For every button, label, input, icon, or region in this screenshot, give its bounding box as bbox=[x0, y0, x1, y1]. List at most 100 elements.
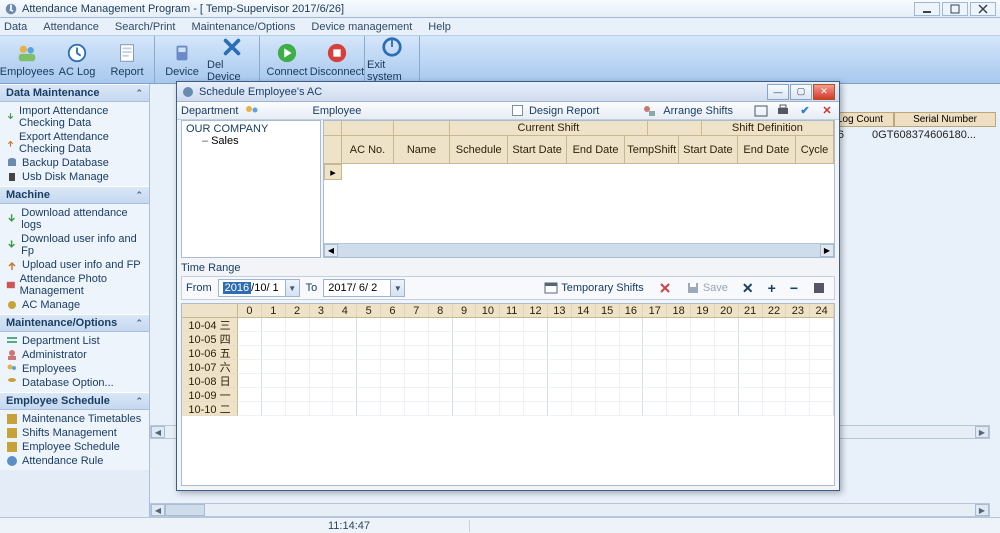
sidebar-shifts-mgmt[interactable]: Shifts Management bbox=[0, 426, 149, 440]
panel-employee-schedule[interactable]: Employee Schedule⌃ bbox=[0, 392, 149, 410]
clear-shift-button[interactable] bbox=[654, 281, 676, 295]
gear-icon bbox=[6, 299, 18, 311]
panel-maintenance[interactable]: Maintenance/Options⌃ bbox=[0, 314, 149, 332]
timeline-row[interactable]: 10-08 日 bbox=[182, 374, 834, 388]
toolbar-report[interactable]: Report bbox=[102, 36, 152, 83]
timeline-tick: 15 bbox=[596, 304, 620, 317]
timeline-row[interactable]: 10-05 四 bbox=[182, 332, 834, 346]
dialog-minimize-button[interactable]: — bbox=[767, 84, 789, 100]
timeline-row[interactable]: 10-07 六 bbox=[182, 360, 834, 374]
tree-root[interactable]: OUR COMPANY bbox=[184, 123, 318, 135]
shifts-icon bbox=[6, 427, 18, 439]
department-tree[interactable]: OUR COMPANY – Sales bbox=[181, 120, 321, 258]
tree-child-sales[interactable]: – Sales bbox=[184, 135, 318, 147]
timeline-row[interactable]: 10-04 三 bbox=[182, 318, 834, 332]
sidebar-download-logs[interactable]: Download attendance logs bbox=[0, 206, 149, 232]
sidebar-usb-manage[interactable]: Usb Disk Manage bbox=[0, 170, 149, 184]
timeline-row[interactable]: 10-09 一 bbox=[182, 388, 834, 402]
sidebar-backup-db[interactable]: Backup Database bbox=[0, 156, 149, 170]
menu-data[interactable]: Data bbox=[4, 21, 27, 33]
sidebar-download-userinfo[interactable]: Download user info and Fp bbox=[0, 232, 149, 258]
sidebar-administrator[interactable]: Administrator bbox=[0, 348, 149, 362]
cancel-icon[interactable]: ✕ bbox=[819, 103, 835, 119]
timeline-row[interactable]: 10-10 二 bbox=[182, 402, 834, 416]
toolbar-deldevice[interactable]: Del Device bbox=[207, 36, 257, 83]
employees-icon bbox=[15, 41, 39, 65]
dept-icon[interactable] bbox=[244, 103, 260, 119]
download-icon bbox=[6, 239, 17, 251]
toolbar-disconnect[interactable]: Disconnect bbox=[312, 36, 362, 83]
tool-button[interactable] bbox=[808, 281, 830, 295]
menu-maintenance[interactable]: Maintenance/Options bbox=[191, 21, 295, 33]
exit-icon bbox=[380, 36, 404, 58]
remove-button[interactable]: − bbox=[786, 280, 802, 296]
timeline-tick: 4 bbox=[333, 304, 357, 317]
bg-hscroll-2[interactable]: ◀▶ bbox=[150, 503, 990, 517]
dialog-titlebar[interactable]: Schedule Employee's AC — ▢ ✕ bbox=[177, 82, 839, 102]
arrange-shifts-button[interactable]: Arrange Shifts bbox=[663, 105, 733, 117]
timeline-row-header: 10-10 二 bbox=[182, 402, 238, 416]
timeline-tick: 2 bbox=[286, 304, 310, 317]
ok-icon[interactable]: ✔ bbox=[797, 103, 813, 119]
timeline-tick: 18 bbox=[667, 304, 691, 317]
toolbar-aclog[interactable]: AC Log bbox=[52, 36, 102, 83]
window-close-button[interactable] bbox=[970, 2, 996, 16]
sidebar-employees[interactable]: Employees bbox=[0, 362, 149, 376]
sidebar-import-attendance[interactable]: Import Attendance Checking Data bbox=[0, 104, 149, 130]
window-minimize-button[interactable] bbox=[914, 2, 940, 16]
menu-device[interactable]: Device management bbox=[311, 21, 412, 33]
close-button[interactable]: ✕ bbox=[738, 280, 758, 297]
emp-label: Employee bbox=[312, 105, 361, 117]
rule-icon bbox=[6, 455, 18, 467]
toolbar-employees[interactable]: Employees bbox=[2, 36, 52, 83]
print-preview-icon[interactable] bbox=[753, 103, 769, 119]
shift-grid-scrollbar[interactable]: ◀▶ bbox=[324, 243, 834, 257]
menu-search[interactable]: Search/Print bbox=[115, 21, 176, 33]
temporary-shifts-button[interactable]: Temporary Shifts bbox=[540, 281, 648, 295]
from-date-combo[interactable]: 2016/10/ 1 ▼ bbox=[218, 279, 300, 297]
collapse-icon: ⌃ bbox=[135, 88, 143, 99]
dialog-maximize-button[interactable]: ▢ bbox=[790, 84, 812, 100]
sidebar-photo-mgmt[interactable]: Attendance Photo Management bbox=[0, 272, 149, 298]
row-indicator-icon: ▸ bbox=[324, 164, 342, 180]
timeline-tick: 10 bbox=[476, 304, 500, 317]
connect-icon bbox=[275, 41, 299, 65]
toolbar: Employees AC Log Report Device Del Devic… bbox=[0, 36, 1000, 84]
toolbar-device[interactable]: Device bbox=[157, 36, 207, 83]
dialog-close-button[interactable]: ✕ bbox=[813, 84, 835, 100]
menu-help[interactable]: Help bbox=[428, 21, 451, 33]
timeline-tick: 11 bbox=[500, 304, 524, 317]
print-icon[interactable] bbox=[775, 103, 791, 119]
report-icon bbox=[115, 41, 139, 65]
panel-machine[interactable]: Machine⌃ bbox=[0, 186, 149, 204]
sidebar-attendance-rule[interactable]: Attendance Rule bbox=[0, 454, 149, 468]
timeline-tick: 16 bbox=[620, 304, 644, 317]
sidebar-maint-timetables[interactable]: Maintenance Timetables bbox=[0, 412, 149, 426]
time-range-label: Time Range bbox=[181, 262, 835, 274]
save-icon bbox=[686, 281, 700, 295]
database-icon bbox=[6, 157, 18, 169]
design-report-checkbox[interactable] bbox=[512, 105, 523, 116]
col-serial: Serial Number bbox=[894, 112, 996, 127]
add-button[interactable]: + bbox=[764, 280, 780, 296]
chevron-down-icon[interactable]: ▼ bbox=[390, 280, 404, 296]
window-maximize-button[interactable] bbox=[942, 2, 968, 16]
sidebar-upload-userinfo[interactable]: Upload user info and FP bbox=[0, 258, 149, 272]
sidebar-db-option[interactable]: Database Option... bbox=[0, 376, 149, 390]
sidebar-export-attendance[interactable]: Export Attendance Checking Data bbox=[0, 130, 149, 156]
sidebar-employee-schedule[interactable]: Employee Schedule bbox=[0, 440, 149, 454]
menu-attendance[interactable]: Attendance bbox=[43, 21, 99, 33]
toolbar-exit[interactable]: Exit system bbox=[367, 36, 417, 83]
toolbar-connect[interactable]: Connect bbox=[262, 36, 312, 83]
timeline-tick: 5 bbox=[357, 304, 381, 317]
timeline-row[interactable]: 10-06 五 bbox=[182, 346, 834, 360]
sidebar-ac-manage[interactable]: AC Manage bbox=[0, 298, 149, 312]
save-button[interactable]: Save bbox=[682, 281, 732, 295]
timeline-tick: 17 bbox=[643, 304, 667, 317]
timeline-grid[interactable]: 0123456789101112131415161718192021222324… bbox=[181, 303, 835, 486]
panel-data-maintenance[interactable]: Data Maintenance⌃ bbox=[0, 84, 149, 102]
disconnect-icon bbox=[325, 41, 349, 65]
chevron-down-icon[interactable]: ▼ bbox=[285, 280, 299, 296]
to-date-combo[interactable]: 2017/ 6/ 2 ▼ bbox=[323, 279, 405, 297]
sidebar-dept-list[interactable]: Department List bbox=[0, 334, 149, 348]
